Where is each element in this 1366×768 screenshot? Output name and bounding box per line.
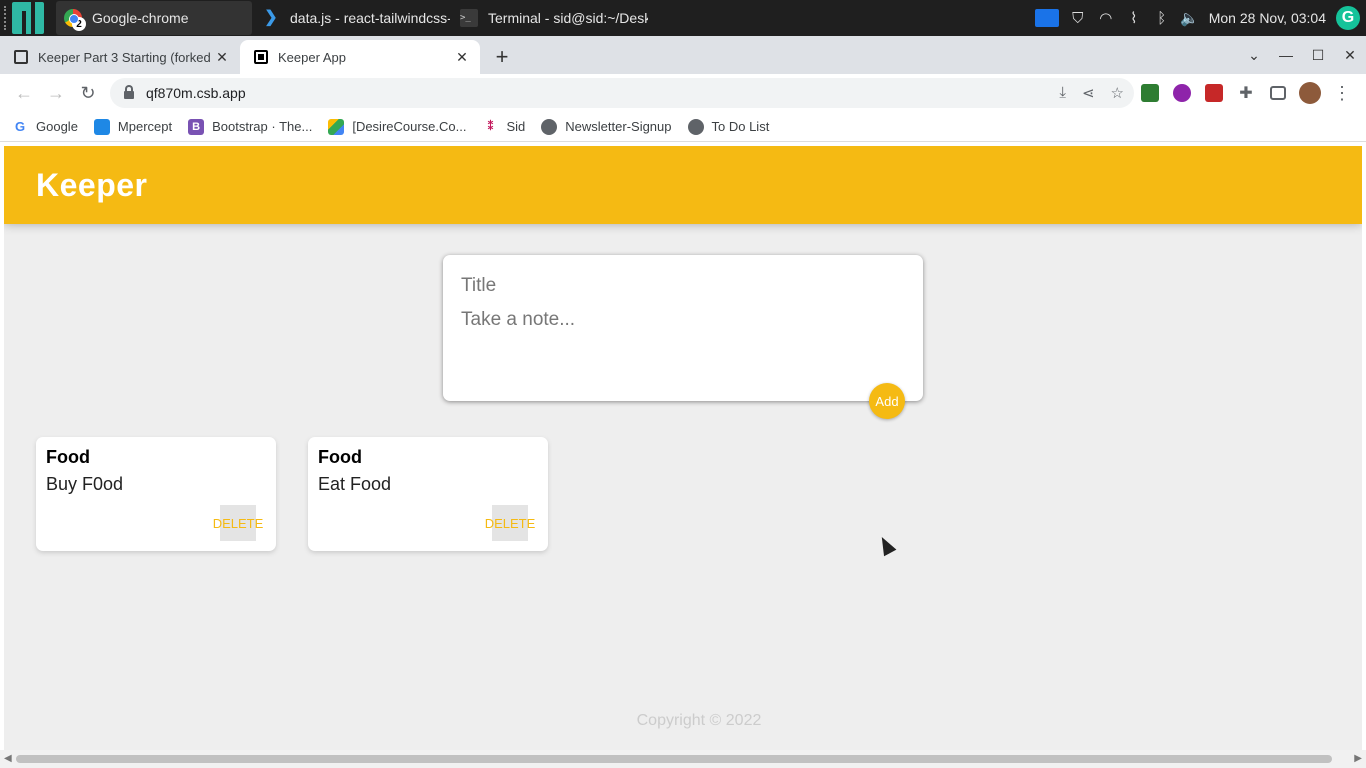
system-tray: ⛉ ◠ ⌇ ᛒ 🔈 Mon 28 Nov, 03:04 G xyxy=(1034,6,1366,30)
tab-title: Keeper App xyxy=(278,49,346,65)
lock-icon[interactable] xyxy=(124,85,134,99)
bookmark-label: Mpercept xyxy=(117,119,173,134)
bookmark-to-do-list[interactable]: To Do List xyxy=(687,118,770,135)
close-window-icon[interactable]: ✕ xyxy=(1334,47,1366,64)
google-icon: G xyxy=(12,118,28,135)
bookmark-label: Sid xyxy=(506,119,526,134)
bookmark-mpercept[interactable]: Mpercept xyxy=(93,118,173,135)
bookmark-label: Bootstrap · The... xyxy=(212,119,313,134)
window-controls: ⌄ — ☐ ✕ xyxy=(1238,36,1366,74)
bookmark-google[interactable]: G Google xyxy=(12,118,78,135)
bluetooth-icon[interactable]: ᛒ xyxy=(1153,9,1171,27)
note-title: Food xyxy=(318,447,362,467)
bookmark-label: Google xyxy=(36,119,78,134)
tab-strip: Keeper Part 3 Starting (forked ✕ Keeper … xyxy=(0,36,1366,74)
maximize-icon[interactable]: ☐ xyxy=(1302,47,1334,64)
close-tab-icon[interactable]: ✕ xyxy=(454,49,470,66)
browser-window: Keeper Part 3 Starting (forked ✕ Keeper … xyxy=(0,36,1366,768)
desktop-panel: 2 Google-chrome ❯ data.js - react-tailwi… xyxy=(0,0,1366,36)
side-panel-icon[interactable] xyxy=(1262,77,1294,109)
scroll-left-icon[interactable]: ◀ xyxy=(4,753,12,764)
scrollbar-thumb[interactable] xyxy=(16,755,1332,763)
forward-icon[interactable]: → xyxy=(40,77,72,109)
tab-keeper-app[interactable]: Keeper App ✕ xyxy=(240,40,480,74)
note-title-input[interactable]: Title xyxy=(461,275,905,297)
note-content-textarea[interactable]: Take a note... xyxy=(461,309,905,331)
globe-icon xyxy=(541,118,558,135)
scroll-right-icon[interactable]: ▶ xyxy=(1354,753,1362,764)
chrome-icon: 2 xyxy=(64,9,86,31)
tab-favicon-icon xyxy=(14,50,28,64)
volume-icon[interactable]: 🔈 xyxy=(1180,9,1199,27)
taskbar-window-label: Terminal - sid@sid:~/Desk... xyxy=(488,10,648,26)
html-extension-icon[interactable] xyxy=(1134,77,1166,109)
add-note-button[interactable]: Add xyxy=(869,383,905,419)
menu-kebab-icon[interactable]: ⋮ xyxy=(1326,77,1358,109)
share-icon[interactable]: ⋖ xyxy=(1082,84,1095,102)
address-bar[interactable]: qf870m.csb.app ⤓ ⋖ ☆ xyxy=(110,78,1134,108)
back-icon[interactable]: ← xyxy=(8,77,40,109)
window-count-badge: 2 xyxy=(72,17,86,31)
wifi-icon[interactable]: ◠ xyxy=(1097,9,1115,27)
app-footer: Copyright © 2022 xyxy=(4,712,1362,730)
shield-icon[interactable]: ⛉ xyxy=(1069,9,1087,27)
horizontal-scrollbar[interactable]: ◀ ▶ xyxy=(0,750,1366,768)
tab-keeper-part3[interactable]: Keeper Part 3 Starting (forked ✕ xyxy=(0,40,240,74)
screen-icon[interactable] xyxy=(1034,9,1059,27)
bookmark-desirecourse[interactable]: [DesireCourse.Co... xyxy=(328,118,467,135)
taskbar-window-label: data.js - react-tailwindcss-... xyxy=(290,10,450,26)
copyright-text: Copyright © 2022 xyxy=(636,712,762,729)
red-extension-icon[interactable] xyxy=(1198,77,1230,109)
create-note-form: Title Take a note... xyxy=(443,255,923,401)
bootstrap-icon: B xyxy=(188,118,205,135)
close-tab-icon[interactable]: ✕ xyxy=(214,49,230,66)
taskbar-window-label: Google-chrome xyxy=(92,10,189,26)
globe-icon xyxy=(687,118,704,135)
bookmark-label: [DesireCourse.Co... xyxy=(352,119,467,134)
new-tab-icon[interactable]: + xyxy=(488,43,516,71)
install-icon[interactable]: ⤓ xyxy=(1059,84,1066,102)
note-card: Food Buy F0od DELETE xyxy=(36,437,276,551)
tab-search-icon[interactable]: ⌄ xyxy=(1238,47,1270,64)
profile-avatar[interactable] xyxy=(1294,77,1326,109)
delete-note-button[interactable]: DELETE xyxy=(213,505,263,541)
purple-extension-icon[interactable] xyxy=(1166,77,1198,109)
manjaro-menu-icon[interactable] xyxy=(12,2,44,34)
minimize-icon[interactable]: — xyxy=(1270,47,1302,63)
note-title: Food xyxy=(46,447,90,467)
browser-toolbar: ← → ↻ qf870m.csb.app ⤓ ⋖ ☆ ✚ ⋮ xyxy=(0,74,1366,112)
taskbar-window-terminal[interactable]: >_ Terminal - sid@sid:~/Desk... xyxy=(452,1,648,35)
bookmark-star-icon[interactable]: ☆ xyxy=(1111,84,1124,102)
taskbar-window-vscode[interactable]: ❯ data.js - react-tailwindcss-... xyxy=(254,1,450,35)
app-header: Keeper xyxy=(4,146,1362,224)
tab-title: Keeper Part 3 Starting (forked xyxy=(38,49,211,65)
clock[interactable]: Mon 28 Nov, 03:04 xyxy=(1209,10,1326,26)
note-content: Eat Food xyxy=(318,474,392,494)
delete-note-button[interactable]: DELETE xyxy=(485,505,535,541)
bookmark-label: Newsletter-Signup xyxy=(565,119,672,134)
taskbar-window-chrome[interactable]: 2 Google-chrome xyxy=(56,1,252,35)
mpercept-icon xyxy=(93,118,110,135)
bookmarks-bar: G Google Mpercept B Bootstrap · The... [… xyxy=(0,112,1366,142)
bookmark-sid[interactable]: ⁑ Sid xyxy=(482,119,526,135)
sid-icon: ⁑ xyxy=(487,121,494,133)
app-title: Keeper xyxy=(36,166,148,203)
panel-grip[interactable] xyxy=(4,6,8,30)
terminal-icon: >_ xyxy=(460,9,478,27)
drive-icon xyxy=(328,118,345,135)
note-card: Food Eat Food DELETE xyxy=(308,437,548,551)
url-text: qf870m.csb.app xyxy=(146,85,246,101)
grammarly-icon[interactable]: G xyxy=(1336,6,1360,30)
extensions-puzzle-icon[interactable]: ✚ xyxy=(1230,77,1262,109)
bookmark-bootstrap[interactable]: B Bootstrap · The... xyxy=(188,118,313,135)
paperclip-icon[interactable]: ⌇ xyxy=(1125,9,1143,27)
bookmark-label: To Do List xyxy=(711,119,770,134)
vscode-icon: ❯ xyxy=(264,9,278,26)
reload-icon[interactable]: ↻ xyxy=(72,77,104,109)
keeper-page: Keeper Title Take a note... Add Food Buy… xyxy=(4,146,1362,750)
note-content: Buy F0od xyxy=(46,474,124,494)
bookmark-newsletter-signup[interactable]: Newsletter-Signup xyxy=(541,118,672,135)
tab-favicon-icon xyxy=(254,50,268,64)
mouse-cursor xyxy=(875,533,897,557)
